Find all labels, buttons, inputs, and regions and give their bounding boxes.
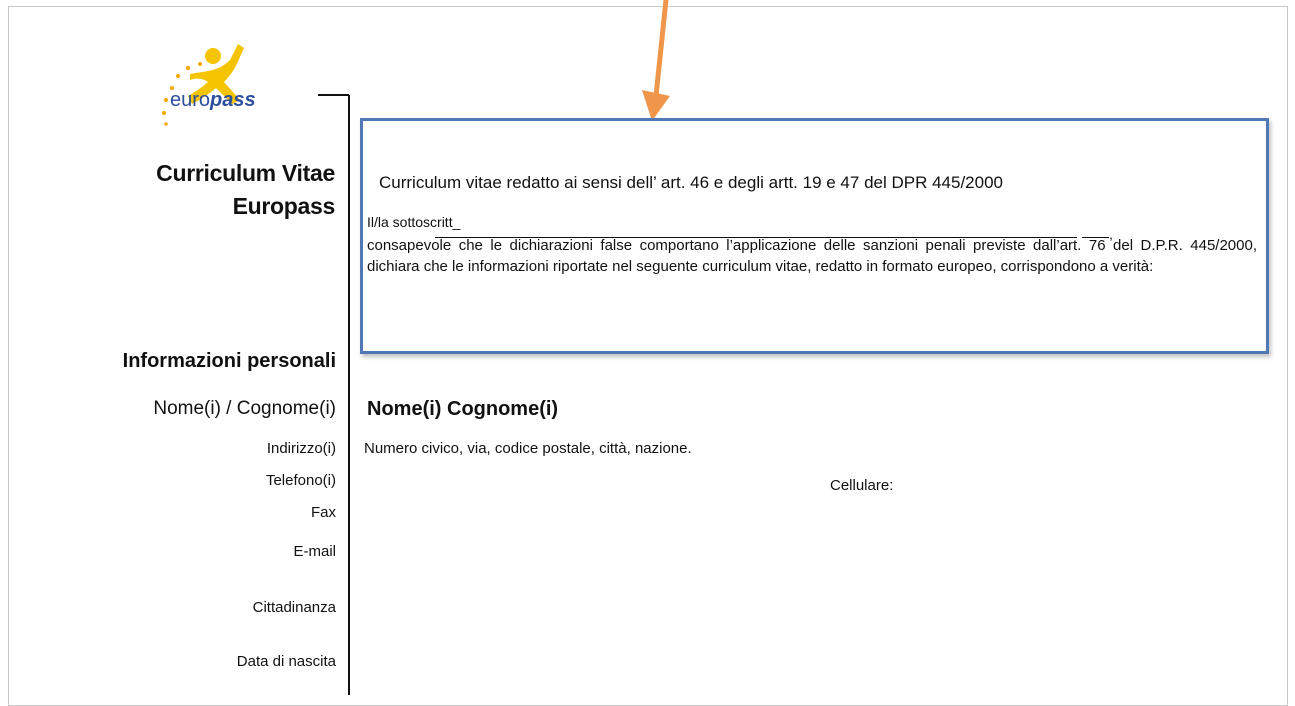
label-email: E-mail bbox=[293, 543, 336, 560]
label-citizenship: Cittadinanza bbox=[252, 599, 336, 616]
value-name: Nome(i) Cognome(i) bbox=[367, 398, 559, 420]
label-mobile: Cellulare: bbox=[830, 477, 894, 494]
logo-text-bold: pass bbox=[209, 89, 256, 111]
signer-label: Il/la sottoscritt_ bbox=[367, 214, 461, 230]
cv-title-line1: Curriculum Vitae bbox=[156, 160, 335, 186]
cv-title-line2: Europass bbox=[232, 193, 336, 219]
label-phone: Telefono(i) bbox=[265, 472, 336, 489]
pointer-arrow-icon bbox=[642, 0, 670, 121]
declaration-body: consapevole che le dichiarazioni false c… bbox=[367, 237, 1257, 275]
header-rule bbox=[318, 94, 349, 96]
declaration-box: Curriculum vitae redatto ai sensi dell’ … bbox=[360, 118, 1269, 354]
declaration-heading: Curriculum vitae redatto ai sensi dell’ … bbox=[379, 173, 1003, 192]
value-address: Numero civico, via, codice postale, citt… bbox=[364, 440, 692, 457]
label-fax: Fax bbox=[310, 504, 336, 521]
label-address: Indirizzo(i) bbox=[266, 440, 336, 457]
label-birthdate: Data di nascita bbox=[236, 653, 336, 670]
label-name: Nome(i) / Cognome(i) bbox=[153, 398, 336, 419]
column-divider bbox=[348, 95, 350, 695]
svg-text:europass: europass bbox=[170, 89, 256, 111]
logo-text-plain: euro bbox=[170, 89, 210, 111]
section-title-personal: Informazioni personali bbox=[122, 350, 336, 372]
europass-logo: europass bbox=[162, 44, 256, 126]
